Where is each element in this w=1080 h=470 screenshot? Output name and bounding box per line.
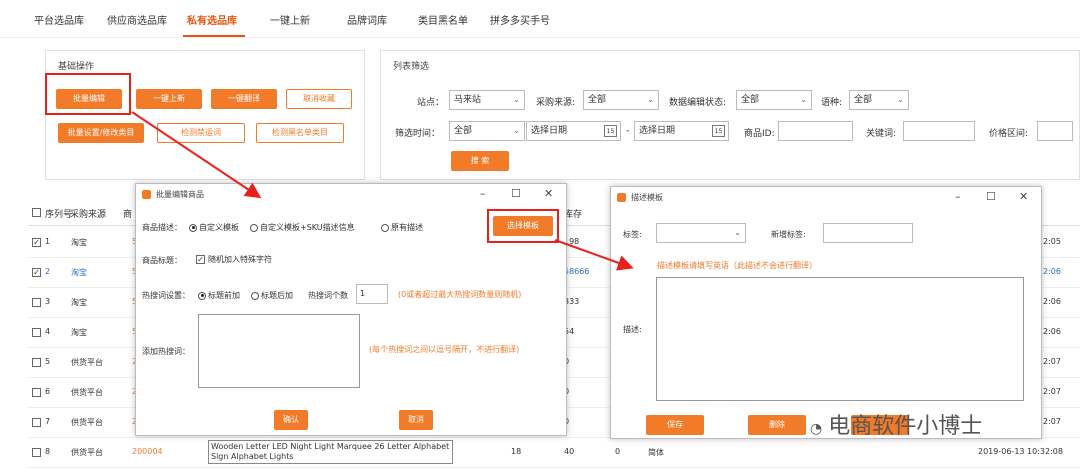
annotation-arrows — [131, 111, 634, 271]
watermark: ◔ 电商软件小博士 — [810, 414, 983, 439]
arrow-to-template — [554, 239, 634, 271]
wechat-icon: ◔ — [810, 421, 823, 437]
arrow-to-bulk-edit — [131, 111, 262, 199]
